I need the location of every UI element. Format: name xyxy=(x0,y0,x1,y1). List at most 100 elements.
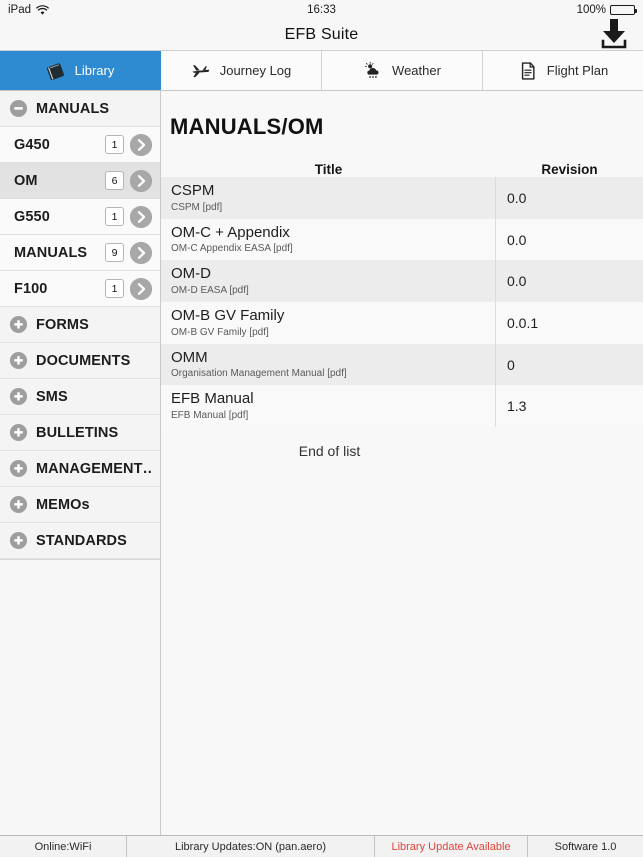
footer-software-version: Software 1.0 xyxy=(554,840,617,853)
table-row[interactable]: OM-D OM-D EASA [pdf] 0.0 xyxy=(161,260,643,303)
sidebar-item-standards[interactable]: STANDARDS xyxy=(0,523,160,559)
ios-status-bar: iPad 16:33 100% xyxy=(0,0,643,20)
table-row[interactable]: CSPM CSPM [pdf] 0.0 xyxy=(161,177,643,219)
cell-revision: 0.0 xyxy=(507,189,527,206)
sidebar-item-label: BULLETINS xyxy=(36,424,119,441)
sidebar-item-label: FORMS xyxy=(36,316,89,333)
app-title-bar: EFB Suite xyxy=(0,19,643,51)
tab-library-label: Library xyxy=(74,63,115,78)
plus-circle-icon xyxy=(9,351,28,370)
table-row[interactable]: OM-C + Appendix OM-C Appendix EASA [pdf] 0… xyxy=(161,218,643,261)
document-icon xyxy=(518,61,538,81)
sidebar-item-label: G550 xyxy=(14,208,50,225)
end-of-list-label: End of list xyxy=(298,443,361,460)
footer-update-available[interactable]: Library Update Available xyxy=(375,836,528,857)
cell-title: OMM Organisation Management Manual [pdf] xyxy=(161,343,496,386)
tab-library[interactable]: Library xyxy=(0,51,161,90)
library-sidebar: MANUALS G450 1 OM 6 G550 1 MANUALS 9 F100 1 FORMS DO… xyxy=(0,91,161,835)
chevron-right-icon[interactable] xyxy=(130,133,152,156)
tab-weather[interactable]: Weather xyxy=(322,51,483,90)
sidebar-item-label: MANUALS xyxy=(14,244,88,261)
sidebar-item-label: DOCUMENTS xyxy=(36,352,131,369)
column-header-title: Title xyxy=(314,162,343,177)
sidebar-item-count-badge: 1 xyxy=(105,135,124,154)
sidebar-item-f100[interactable]: F100 1 xyxy=(0,271,160,307)
document-title: OMM xyxy=(171,348,208,366)
sidebar-item-om[interactable]: OM 6 xyxy=(0,163,160,199)
minus-circle-icon xyxy=(9,99,28,118)
body-split: MANUALS G450 1 OM 6 G550 1 MANUALS 9 F100 1 FORMS DO… xyxy=(0,91,643,835)
document-filename: EFB Manual [pdf] xyxy=(171,410,249,422)
sidebar-item-g450[interactable]: G450 1 xyxy=(0,127,160,163)
cell-title: EFB Manual EFB Manual [pdf] xyxy=(161,385,496,428)
document-filename: Organisation Management Manual [pdf] xyxy=(171,368,347,380)
footer-library-updates: Library Updates:ON (pan.aero) xyxy=(127,836,375,857)
sidebar-item-count-badge: 1 xyxy=(105,279,124,298)
chevron-right-icon[interactable] xyxy=(130,205,152,228)
tab-journey-log-label: Journey Log xyxy=(219,63,292,78)
cell-title: OM-B GV Family OM-B GV Family [pdf] xyxy=(161,302,496,344)
cell-revision: 0.0 xyxy=(507,231,527,248)
tab-journey-log[interactable]: Journey Log xyxy=(161,51,322,90)
sidebar-item-g550[interactable]: G550 1 xyxy=(0,199,160,235)
document-filename: OM-D EASA [pdf] xyxy=(171,285,249,297)
sidebar-item-label: STANDARDS xyxy=(36,532,127,549)
airplane-icon xyxy=(191,61,211,81)
sidebar-item-label: F100 xyxy=(14,280,48,297)
table-row[interactable]: OMM Organisation Management Manual [pdf] 0 xyxy=(161,343,643,386)
status-footer: Online:WiFi Library Updates:ON (pan.aero… xyxy=(0,835,643,857)
efb-suite-app: iPad 16:33 100% EFB Suite Library Journe… xyxy=(0,0,643,857)
download-icon[interactable] xyxy=(597,14,631,52)
sidebar-item-management[interactable]: MANAGEMENT… xyxy=(0,451,160,487)
wifi-icon xyxy=(36,4,49,16)
document-title: OM-B GV Family xyxy=(171,307,285,325)
chevron-right-icon[interactable] xyxy=(130,169,152,192)
content-empty-area xyxy=(161,459,643,835)
chevron-right-icon[interactable] xyxy=(130,241,152,264)
column-header-revision: Revision xyxy=(541,162,598,177)
table-row[interactable]: EFB Manual EFB Manual [pdf] 1.3 xyxy=(161,385,643,428)
content-title: MANUALS/OM xyxy=(170,114,324,139)
sidebar-item-memos[interactable]: MEMOs xyxy=(0,487,160,523)
cell-title: CSPM CSPM [pdf] xyxy=(161,177,496,219)
document-title: EFB Manual xyxy=(171,390,254,408)
table-row[interactable]: OM-B GV Family OM-B GV Family [pdf] 0.0.1 xyxy=(161,302,643,344)
sidebar-item-manuals[interactable]: MANUALS xyxy=(0,91,160,127)
cell-revision: 0.0.1 xyxy=(507,314,539,331)
cell-revision: 1.3 xyxy=(507,398,527,415)
tab-weather-label: Weather xyxy=(392,63,441,78)
sidebar-item-label: OM xyxy=(14,172,38,189)
footer-online-status: Online:WiFi xyxy=(0,836,127,857)
document-title: OM-C + Appendix xyxy=(171,223,290,241)
status-left: iPad xyxy=(8,4,49,16)
sidebar-item-count-badge: 9 xyxy=(105,243,124,262)
plus-circle-icon xyxy=(9,459,28,478)
plus-circle-icon xyxy=(9,423,28,442)
tab-flight-plan[interactable]: Flight Plan xyxy=(483,51,643,90)
document-list-panel: MANUALS/OM Title Revision CSPM CSPM [pdf]… xyxy=(161,91,643,835)
sidebar-item-label: MANAGEMENT… xyxy=(36,460,152,477)
sidebar-item-label: MANUALS xyxy=(36,100,110,117)
device-name: iPad xyxy=(8,4,32,16)
plus-circle-icon xyxy=(9,387,28,406)
table-body: CSPM CSPM [pdf] 0.0 OM-C + Appendix OM-C App… xyxy=(161,177,643,428)
plus-circle-icon xyxy=(9,531,28,550)
document-filename: OM-B GV Family [pdf] xyxy=(171,326,269,338)
documents-table: Title Revision CSPM CSPM [pdf] 0.0 OM-C + A… xyxy=(161,153,643,428)
chevron-right-icon[interactable] xyxy=(130,277,152,300)
clock: 16:33 xyxy=(307,4,336,16)
main-tab-bar: Library Journey Log Weather Flight Plan xyxy=(0,51,643,91)
sidebar-item-manuals[interactable]: MANUALS 9 xyxy=(0,235,160,271)
plus-circle-icon xyxy=(9,495,28,514)
sidebar-item-forms[interactable]: FORMS xyxy=(0,307,160,343)
sidebar-item-documents[interactable]: DOCUMENTS xyxy=(0,343,160,379)
library-category-list: MANUALS G450 1 OM 6 G550 1 MANUALS 9 F100 1 FORMS DO… xyxy=(0,91,160,560)
sidebar-item-sms[interactable]: SMS xyxy=(0,379,160,415)
cell-revision: 0.0 xyxy=(507,273,527,290)
sidebar-item-label: G450 xyxy=(14,136,50,153)
document-filename: CSPM [pdf] xyxy=(171,201,223,213)
sidebar-item-bulletins[interactable]: BULLETINS xyxy=(0,415,160,451)
document-title: OM-D xyxy=(171,265,211,283)
cell-revision: 0 xyxy=(507,356,515,373)
page-title: EFB Suite xyxy=(284,26,359,43)
